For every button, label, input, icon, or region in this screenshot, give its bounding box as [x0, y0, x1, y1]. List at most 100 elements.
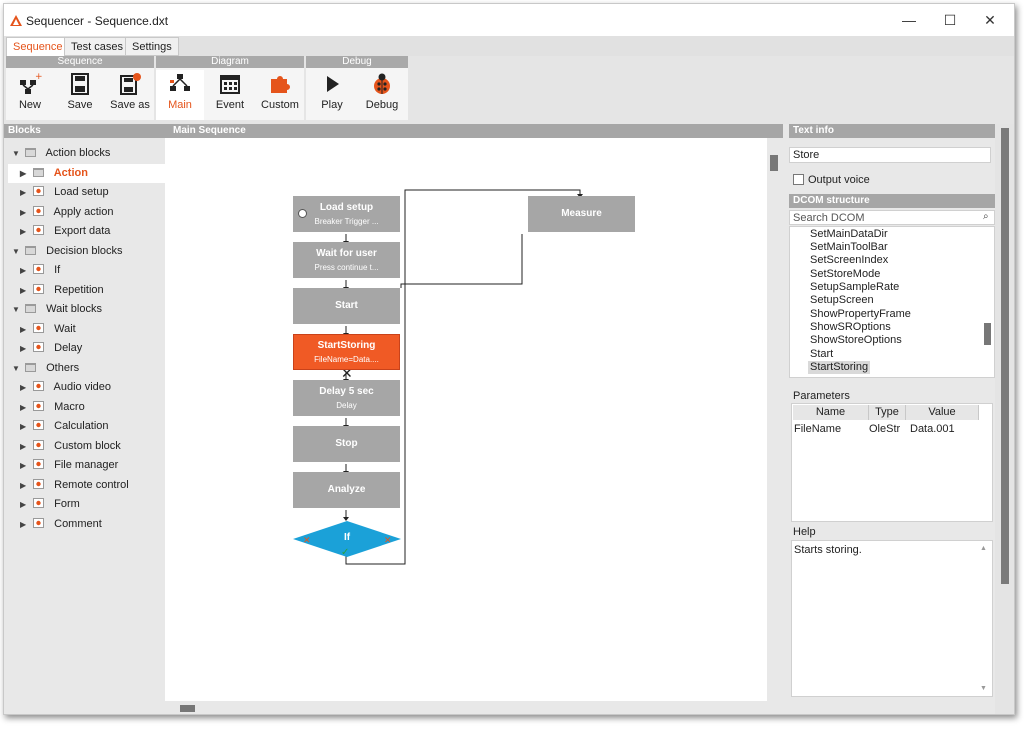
table-cell[interactable]: Data.001 — [910, 422, 955, 436]
minimize-button[interactable]: — — [899, 10, 919, 30]
scroll-thumb[interactable] — [180, 705, 195, 712]
scroll-up-icon[interactable]: ▲ — [980, 545, 987, 552]
block-icon — [33, 401, 45, 411]
list-item[interactable]: SetScreenIndex — [810, 254, 888, 267]
title-bar: Sequencer - Sequence.dxt — ☐ ✕ — [4, 4, 1014, 36]
tree-item-if[interactable]: ▶ If — [20, 261, 60, 280]
new-button[interactable]: + New — [6, 70, 54, 120]
custom-diagram-button[interactable]: Custom — [256, 70, 304, 120]
ribbon-group-label: Debug — [306, 56, 408, 68]
window-title: Sequencer - Sequence.dxt — [26, 14, 169, 28]
tree-label: Decision blocks — [46, 245, 123, 257]
text-info-field[interactable]: Store — [789, 147, 991, 163]
scroll-thumb[interactable] — [1001, 128, 1009, 584]
tree-folder-decision-blocks[interactable]: ▼ Decision blocks — [12, 242, 123, 261]
block-icon — [33, 206, 45, 216]
node-analyze[interactable]: Analyze — [293, 472, 400, 508]
tree-folder-wait-blocks[interactable]: ▼ Wait blocks — [12, 300, 102, 319]
ribbon-group-sequence: Sequence + New Save Save as — [6, 56, 154, 120]
column-header-name[interactable]: Name — [793, 405, 869, 420]
play-label: Play — [321, 99, 343, 111]
blocks-header: Blocks — [4, 124, 165, 138]
save-as-label: Save as — [110, 99, 150, 111]
node-measure[interactable]: Measure — [528, 196, 635, 232]
node-title: Measure — [561, 208, 602, 219]
tree-item-comment[interactable]: ▶ Comment — [20, 515, 102, 534]
parameters-table[interactable]: Name Type Value FileName OleStr Data.001 — [791, 403, 993, 522]
tree-folder-action-blocks[interactable]: ▼ Action blocks — [12, 144, 110, 163]
node-if[interactable]: ✕ ✕ ✓ If — [293, 521, 401, 558]
connector-lines: ✕ — [341, 189, 583, 565]
ladybug-icon — [374, 73, 390, 94]
list-item[interactable]: SetMainToolBar — [810, 241, 888, 254]
ribbon-group-debug: Debug Play Debug — [306, 56, 408, 120]
tree-item-file-manager[interactable]: ▶ File manager — [20, 456, 118, 475]
tree-item-action[interactable]: ▶ Action — [8, 164, 165, 183]
dcom-search-input[interactable]: Search DCOM — [789, 210, 995, 225]
tree-item-repetition[interactable]: ▶ Repetition — [20, 281, 104, 300]
list-item-selected[interactable]: StartStoring — [808, 361, 871, 374]
event-diagram-button[interactable]: Event — [206, 70, 254, 120]
debug-button[interactable]: Debug — [358, 70, 406, 120]
start-marker-icon — [298, 209, 307, 218]
list-item[interactable]: Start — [810, 348, 833, 361]
scroll-thumb[interactable] — [984, 323, 991, 345]
tree-folder-others[interactable]: ▼ Others — [12, 359, 79, 378]
tree-item-macro[interactable]: ▶ Macro — [20, 398, 85, 417]
close-button[interactable]: ✕ — [980, 10, 1000, 30]
list-item[interactable]: SetMainDataDir — [810, 228, 888, 241]
canvas-horizontal-scrollbar[interactable] — [165, 701, 783, 714]
tree-item-calculation[interactable]: ▶ Calculation — [20, 417, 109, 436]
block-icon — [33, 459, 45, 469]
tree-label: Audio video — [53, 381, 112, 393]
play-button[interactable]: Play — [308, 70, 356, 120]
node-start[interactable]: Start — [293, 288, 400, 324]
list-item[interactable]: SetupScreen — [810, 294, 874, 307]
tree-item-audio-video[interactable]: ▶ Audio video — [20, 378, 111, 397]
tree-item-load-setup[interactable]: ▶ Load setup — [20, 183, 109, 202]
dcom-list[interactable]: SetMainDataDir SetMainToolBar SetScreenI… — [789, 226, 995, 378]
node-subtitle: Breaker Trigger ... — [314, 217, 379, 226]
tree-item-wait[interactable]: ▶ Wait — [20, 320, 76, 339]
table-cell[interactable]: FileName — [794, 422, 841, 436]
node-delay[interactable]: Delay 5 sec Delay — [293, 380, 400, 416]
canvas-vertical-scrollbar[interactable] — [767, 138, 783, 701]
save-button[interactable]: Save — [56, 70, 104, 120]
new-sequence-icon: + — [20, 72, 42, 94]
list-item[interactable]: SetupSampleRate — [810, 281, 899, 294]
tree-item-apply-action[interactable]: ▶ Apply action — [20, 203, 113, 222]
output-voice-checkbox[interactable] — [793, 174, 804, 185]
scroll-down-icon[interactable]: ▼ — [980, 685, 987, 692]
tab-sequence[interactable]: Sequence — [6, 37, 70, 56]
tree-item-export-data[interactable]: ▶ Export data — [20, 222, 110, 241]
table-cell[interactable]: OleStr — [869, 422, 900, 436]
node-stop[interactable]: Stop — [293, 426, 400, 462]
tree-item-custom-block[interactable]: ▶ Custom block — [20, 437, 121, 456]
node-start-storing[interactable]: StartStoring FileName=Data.... — [293, 334, 400, 370]
node-wait-for-user[interactable]: Wait for user Press continue t... — [293, 242, 400, 278]
maximize-button[interactable]: ☐ — [940, 10, 960, 30]
node-load-setup[interactable]: Load setup Breaker Trigger ... — [293, 196, 400, 232]
folder-icon — [25, 148, 37, 157]
window-vertical-scrollbar[interactable] — [995, 124, 1014, 714]
tab-settings[interactable]: Settings — [125, 37, 179, 56]
tree-item-remote-control[interactable]: ▶ Remote control — [20, 476, 129, 495]
scroll-thumb[interactable] — [770, 155, 778, 171]
sequence-canvas[interactable]: ✕ Load setup Breaker Trigger ... Wait fo… — [165, 138, 767, 701]
tree-item-delay[interactable]: ▶ Delay — [20, 339, 82, 358]
list-item[interactable]: ShowPropertyFrame — [810, 308, 911, 321]
list-item[interactable]: SetStoreMode — [810, 268, 880, 281]
column-header-type[interactable]: Type — [869, 405, 906, 420]
tree-item-form[interactable]: ▶ Form — [20, 495, 80, 514]
list-item[interactable]: ShowSROptions — [810, 321, 891, 334]
tree-label: File manager — [54, 459, 119, 471]
save-as-button[interactable]: Save as — [106, 70, 154, 120]
main-diagram-button[interactable]: Main — [156, 70, 204, 120]
list-item[interactable]: ShowStoreOptions — [810, 334, 902, 347]
tab-test-cases[interactable]: Test cases — [64, 37, 130, 56]
folder-icon — [25, 363, 37, 372]
help-box: Starts storing. ▲ ▼ — [791, 540, 993, 697]
column-header-value[interactable]: Value — [906, 405, 979, 420]
collapsed-arrow-icon: ▶ — [20, 227, 27, 236]
tree-label: If — [54, 264, 61, 276]
